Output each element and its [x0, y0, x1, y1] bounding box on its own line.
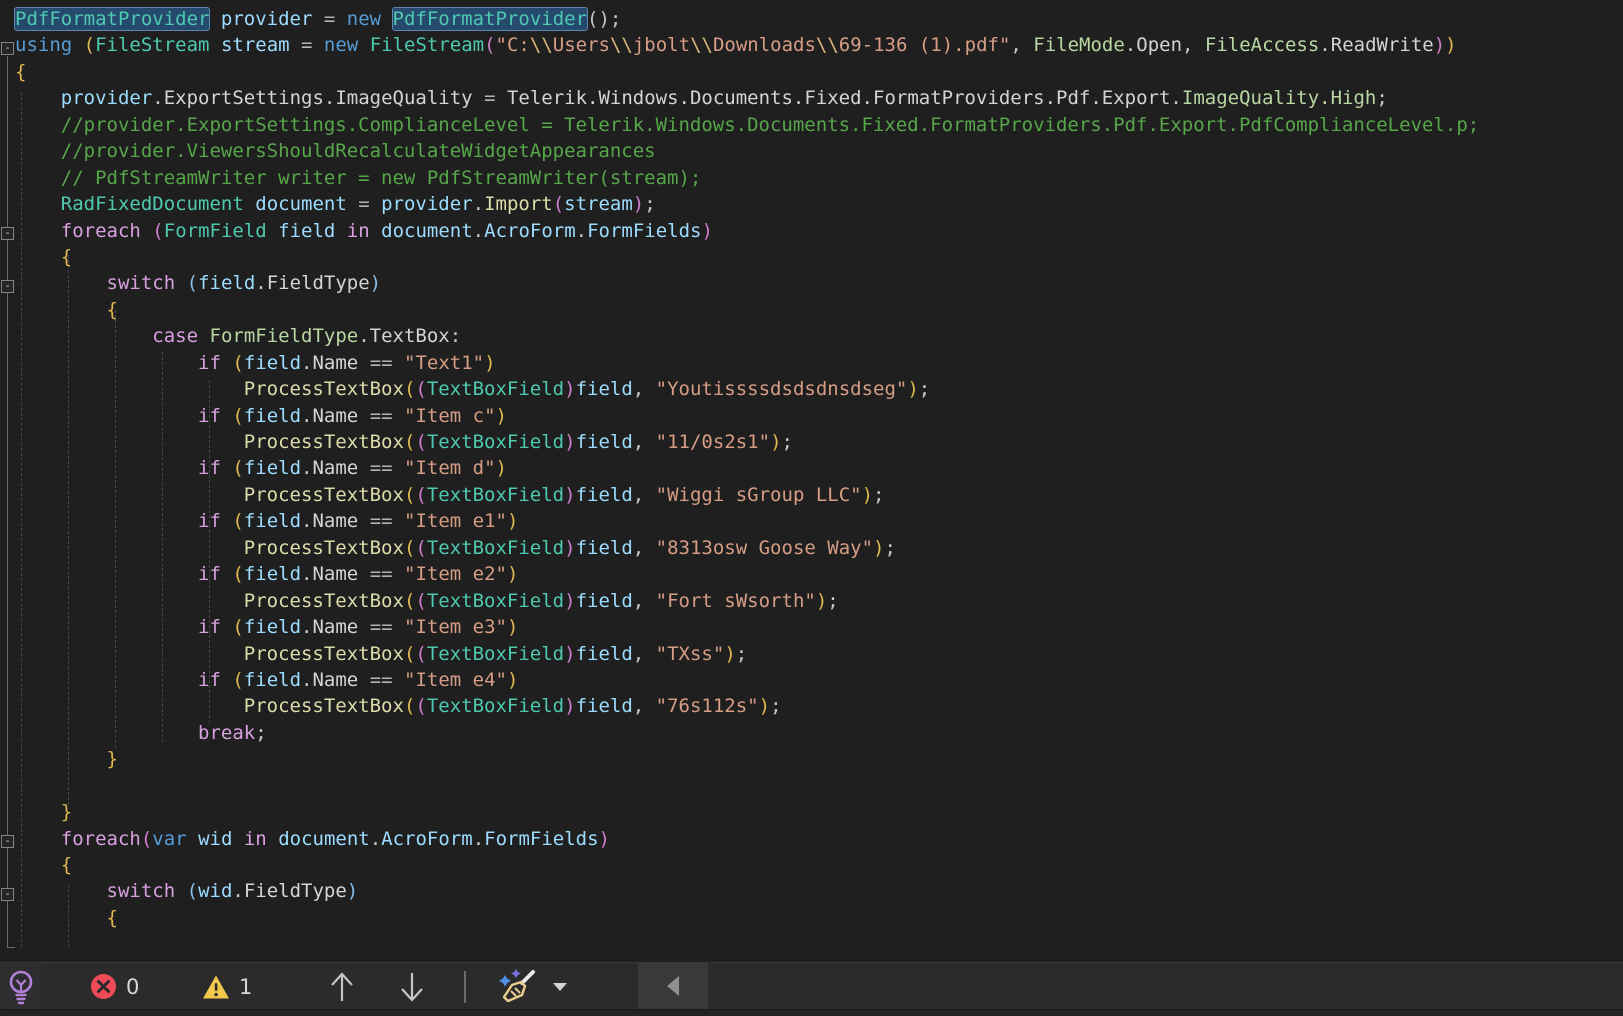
warnings-button[interactable]: 1 [202, 974, 253, 1000]
code-line[interactable]: break; [15, 720, 1479, 746]
code-line[interactable]: } [15, 746, 1479, 772]
code-line[interactable]: ProcessTextBox((TextBoxField)field, "11/… [15, 429, 1479, 455]
code-line[interactable]: { [15, 297, 1479, 323]
previous-issue-button[interactable] [328, 971, 356, 1003]
code-line[interactable]: using (FileStream stream = new FileStrea… [15, 32, 1479, 58]
code-line[interactable]: foreach (FormField field in document.Acr… [15, 218, 1479, 244]
code-line[interactable]: switch (field.FieldType) [15, 270, 1479, 296]
arrow-up-icon [328, 971, 356, 1003]
code-line[interactable]: ProcessTextBox((TextBoxField)field, "You… [15, 376, 1479, 402]
fold-collapse-box[interactable]: - [1, 835, 14, 848]
fold-collapse-box[interactable]: - [1, 280, 14, 293]
code-line[interactable]: ProcessTextBox((TextBoxField)field, "For… [15, 588, 1479, 614]
code-editor-window: PdfFormatProvider provider = new PdfForm… [0, 0, 1623, 1016]
collapse-left-icon [666, 975, 680, 997]
collapse-margin-button[interactable] [638, 962, 708, 1009]
lightbulb-icon [6, 969, 36, 1005]
fold-collapse-box[interactable]: - [1, 42, 14, 55]
code-line[interactable]: PdfFormatProvider provider = new PdfForm… [15, 6, 1479, 32]
fold-collapse-box[interactable]: - [1, 227, 14, 240]
code-line[interactable]: foreach(var wid in document.AcroForm.For… [15, 826, 1479, 852]
code-line[interactable]: // PdfStreamWriter writer = new PdfStrea… [15, 165, 1479, 191]
code-line[interactable]: provider.ExportSettings.ImageQuality = T… [15, 85, 1479, 111]
error-icon [90, 973, 117, 1000]
highlighted-reference: PdfFormatProvider [15, 8, 209, 30]
code-area[interactable]: PdfFormatProvider provider = new PdfForm… [15, 6, 1479, 931]
code-line[interactable]: ProcessTextBox((TextBoxField)field, "76s… [15, 693, 1479, 719]
code-line[interactable]: if (field.Name == "Item e2") [15, 561, 1479, 587]
toolbar-divider [464, 971, 466, 1003]
arrow-down-icon [398, 971, 426, 1003]
code-line[interactable]: { [15, 244, 1479, 270]
code-line[interactable]: if (field.Name == "Item e3") [15, 614, 1479, 640]
code-line[interactable]: ProcessTextBox((TextBoxField)field, "831… [15, 535, 1479, 561]
next-issue-button[interactable] [398, 971, 426, 1003]
error-count: 0 [126, 975, 140, 999]
dropdown-arrow-icon [552, 982, 568, 992]
errors-button[interactable]: 0 [90, 973, 140, 1000]
quick-actions-tile[interactable] [1, 964, 41, 1009]
code-line[interactable]: ProcessTextBox((TextBoxField)field, "TXs… [15, 641, 1479, 667]
code-line[interactable]: //provider.ViewersShouldRecalculateWidge… [15, 138, 1479, 164]
fold-scope-line [7, 56, 8, 947]
code-line[interactable]: ProcessTextBox((TextBoxField)field, "Wig… [15, 482, 1479, 508]
code-line[interactable]: switch (wid.FieldType) [15, 878, 1479, 904]
code-cleanup-broom-icon [494, 967, 538, 1007]
code-line[interactable]: if (field.Name == "Item e4") [15, 667, 1479, 693]
bottom-strip [0, 1009, 1623, 1016]
code-line[interactable]: if (field.Name == "Text1") [15, 350, 1479, 376]
code-line[interactable]: //provider.ExportSettings.ComplianceLeve… [15, 112, 1479, 138]
code-line[interactable]: if (field.Name == "Item d") [15, 455, 1479, 481]
fold-collapse-box[interactable]: - [1, 888, 14, 901]
highlighted-reference: PdfFormatProvider [393, 8, 587, 30]
code-line[interactable]: } [15, 799, 1479, 825]
code-line[interactable]: { [15, 59, 1479, 85]
code-line[interactable]: case FormFieldType.TextBox: [15, 323, 1479, 349]
code-line[interactable]: if (field.Name == "Item e1") [15, 508, 1479, 534]
code-line[interactable]: { [15, 852, 1479, 878]
code-line[interactable]: { [15, 905, 1479, 931]
code-cleanup-button[interactable] [494, 967, 568, 1007]
warning-count: 1 [239, 975, 253, 999]
fold-scope-end-tick [7, 947, 15, 948]
warning-icon [202, 974, 230, 1000]
code-line[interactable]: RadFixedDocument document = provider.Imp… [15, 191, 1479, 217]
editor-bottom-toolbar: 0 1 [0, 962, 1623, 1010]
code-line[interactable]: if (field.Name == "Item c") [15, 403, 1479, 429]
code-line[interactable] [15, 773, 1479, 799]
